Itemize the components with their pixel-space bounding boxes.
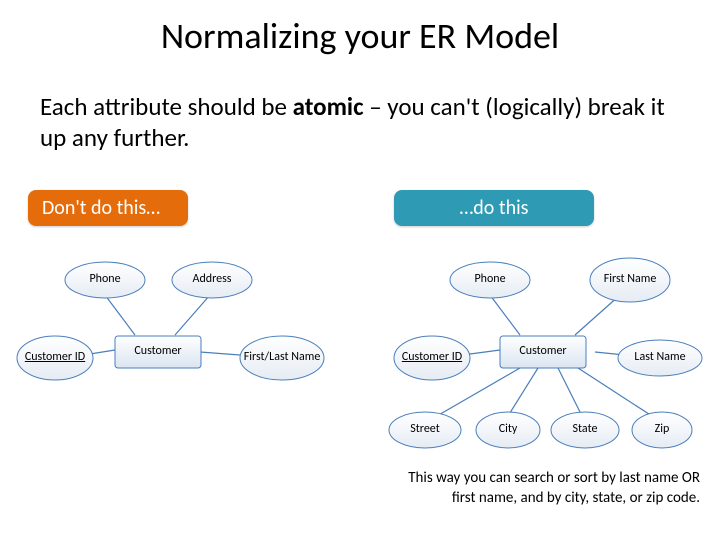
- caption-line1: This way you can search or sort by last …: [408, 469, 700, 487]
- left-firstlast-label: First/Last Name: [240, 336, 324, 380]
- left-customer-entity: Customer: [115, 336, 201, 368]
- dont-do-this-pill: Don't do this…: [28, 190, 188, 226]
- page-title: Normalizing your ER Model: [0, 14, 720, 58]
- dont-label: Don't do this…: [42, 196, 160, 220]
- right-phone-attr: Phone: [450, 262, 530, 298]
- left-firstlast-attr: First/Last Name: [240, 336, 324, 380]
- caption-line2: first name, and by city, state, or zip c…: [452, 489, 700, 507]
- right-state-attr: State: [551, 412, 619, 448]
- do-this-pill: …do this: [394, 190, 594, 226]
- right-customer-id-attr: Customer ID: [394, 336, 470, 380]
- right-phone-label: Phone: [450, 262, 530, 298]
- right-city-attr: City: [476, 412, 540, 448]
- left-address-label: Address: [172, 262, 252, 298]
- left-customer-label: Customer: [115, 336, 201, 368]
- left-phone-attr: Phone: [65, 262, 145, 298]
- slide: Normalizing your ER Model Each attribute…: [0, 0, 720, 540]
- right-lastname-label: Last Name: [618, 340, 702, 376]
- right-lastname-attr: Last Name: [618, 340, 702, 376]
- subtitle-bold: atomic: [293, 91, 364, 122]
- right-state-label: State: [551, 412, 619, 448]
- do-label: …do this: [459, 196, 528, 220]
- right-customer-entity: Customer: [500, 336, 586, 368]
- right-connectors: [430, 295, 655, 420]
- right-city-label: City: [476, 412, 540, 448]
- subtitle-pre: Each attribute should be: [40, 91, 293, 122]
- right-street-attr: Street: [389, 412, 461, 448]
- right-customer-id-label: Customer ID: [394, 336, 470, 380]
- caption: This way you can search or sort by last …: [260, 468, 700, 509]
- right-street-label: Street: [389, 412, 461, 448]
- right-zip-attr: Zip: [632, 412, 692, 448]
- left-customer-id-label: Customer ID: [17, 336, 93, 380]
- left-customer-id-attr: Customer ID: [17, 336, 93, 380]
- left-connectors: [65, 295, 280, 358]
- left-phone-label: Phone: [65, 262, 145, 298]
- er-diagram: Phone Address Customer ID Customer First…: [0, 0, 720, 540]
- right-firstname-attr: First Name: [590, 258, 670, 302]
- subtitle: Each attribute should be atomic – you ca…: [40, 92, 680, 153]
- right-firstname-label: First Name: [590, 258, 670, 302]
- right-customer-label: Customer: [500, 336, 586, 368]
- left-address-attr: Address: [172, 262, 252, 298]
- right-zip-label: Zip: [632, 412, 692, 448]
